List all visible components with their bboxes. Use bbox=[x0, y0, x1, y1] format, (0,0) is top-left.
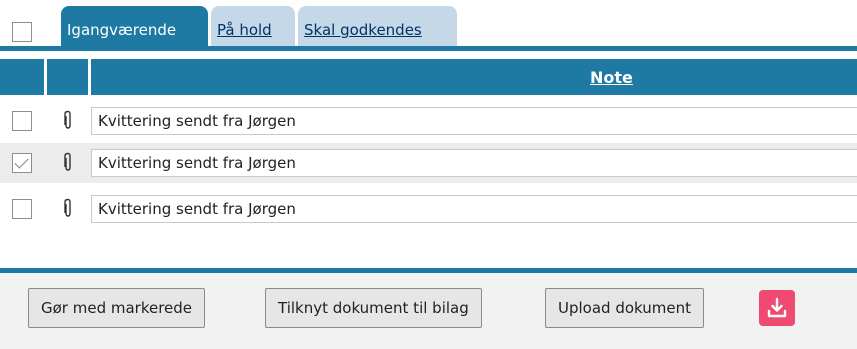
row-checkbox[interactable] bbox=[12, 111, 32, 131]
row-checkbox[interactable] bbox=[12, 199, 32, 219]
paperclip-icon[interactable] bbox=[63, 110, 73, 130]
tab-skal-godkendes[interactable]: Skal godkendes bbox=[298, 6, 457, 46]
row-checkbox[interactable] bbox=[12, 153, 32, 173]
download-icon bbox=[767, 297, 787, 318]
download-button[interactable] bbox=[759, 290, 795, 326]
upload-document-button[interactable]: Upload dokument bbox=[545, 288, 704, 328]
column-header-note[interactable]: Note bbox=[590, 68, 633, 87]
footer-toolbar: Gør med markerede Tilknyt dokument til b… bbox=[0, 273, 857, 349]
link-document-button[interactable]: Tilknyt dokument til bilag bbox=[265, 288, 482, 328]
note-field[interactable]: Kvittering sendt fra Jørgen bbox=[91, 149, 857, 177]
checkmark-icon bbox=[14, 154, 29, 169]
table-row: Kvittering sendt fra Jørgen bbox=[0, 189, 857, 229]
table-row: Kvittering sendt fra Jørgen bbox=[0, 143, 857, 183]
column-divider bbox=[44, 59, 47, 95]
note-field[interactable]: Kvittering sendt fra Jørgen bbox=[91, 107, 857, 135]
tab-underline bbox=[0, 46, 857, 51]
table-row: Kvittering sendt fra Jørgen bbox=[0, 101, 857, 141]
column-divider bbox=[88, 59, 91, 95]
select-all-checkbox[interactable] bbox=[12, 22, 32, 42]
tab-igangvaerende[interactable]: Igangværende bbox=[61, 6, 208, 46]
paperclip-icon[interactable] bbox=[63, 198, 73, 218]
paperclip-icon[interactable] bbox=[63, 152, 73, 172]
bulk-action-button[interactable]: Gør med markerede bbox=[28, 288, 206, 328]
tab-paa-hold[interactable]: På hold bbox=[211, 6, 295, 46]
table-header: Note bbox=[0, 59, 857, 95]
note-field[interactable]: Kvittering sendt fra Jørgen bbox=[91, 195, 857, 223]
